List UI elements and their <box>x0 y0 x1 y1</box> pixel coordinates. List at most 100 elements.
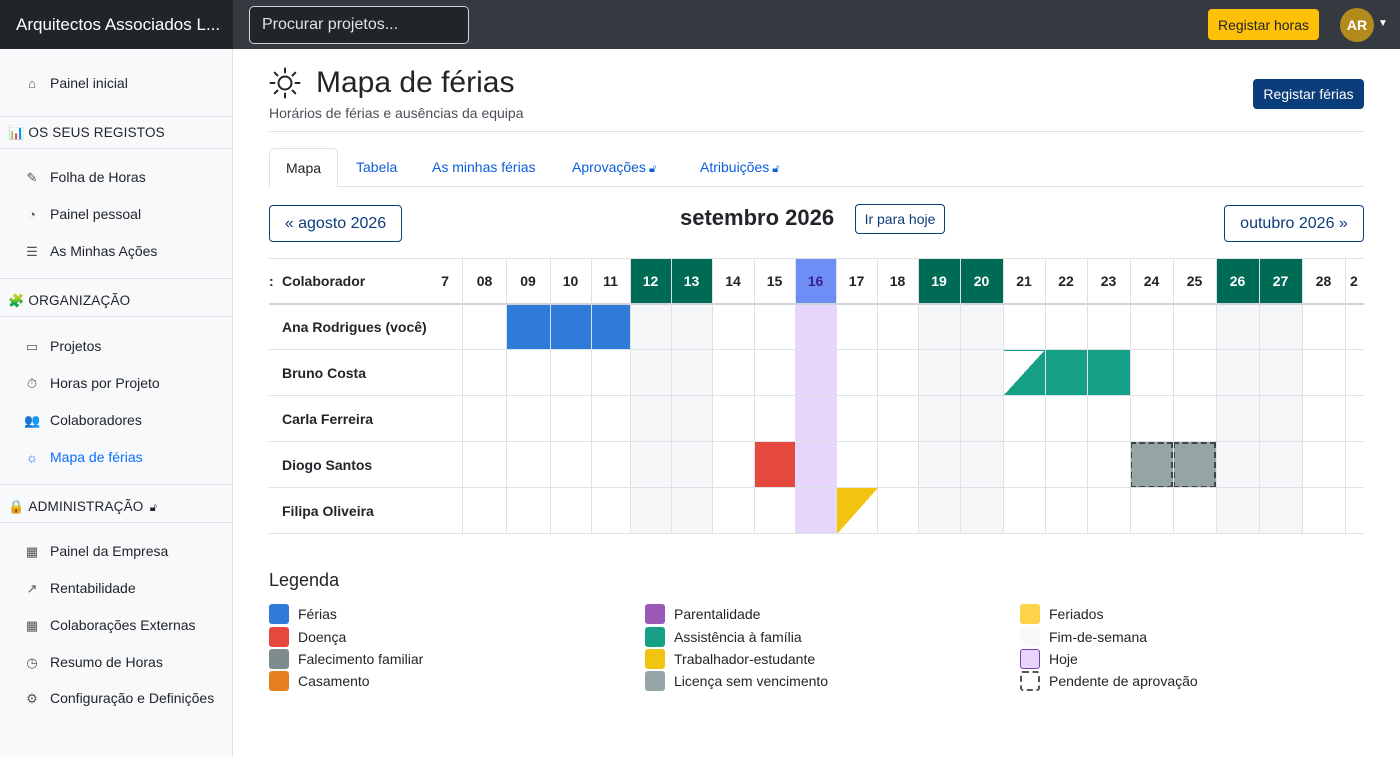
absence-cell-pending[interactable] <box>1173 442 1216 488</box>
collaborator-name: Filipa Oliveira <box>282 503 374 519</box>
legend-label: Casamento <box>298 673 370 689</box>
grid-line <box>877 258 878 534</box>
sidebar-item-company-panel[interactable]: ▦ Painel da Empresa <box>24 543 168 560</box>
day-header-partial: 2 <box>1350 273 1358 289</box>
sidebar-item-my-actions[interactable]: ☰ As Minhas Ações <box>24 243 157 260</box>
legend-label: Pendente de aprovação <box>1049 673 1198 689</box>
register-hours-button[interactable]: Registar horas <box>1208 9 1319 40</box>
collaborator-name: Ana Rodrigues (você) <box>282 319 427 335</box>
current-month: setembro 2026 <box>680 205 835 230</box>
tab-map[interactable]: Mapa <box>269 148 339 188</box>
grid-line <box>1045 258 1046 534</box>
sidebar-item-projects[interactable]: ▭ Projetos <box>24 338 102 355</box>
grid-line <box>269 303 1364 305</box>
divider <box>0 522 232 523</box>
lock-icon: 🔓︎ <box>146 502 158 514</box>
grid-line <box>671 258 672 534</box>
absence-cell[interactable] <box>1045 350 1087 396</box>
lock-icon: 🔒 <box>8 499 25 514</box>
stopwatch-icon: ⏱ <box>26 376 38 391</box>
sidebar-item-personal-panel[interactable]: ◔ Painel pessoal <box>24 206 141 222</box>
puzzle-icon: 🧩 <box>8 293 25 308</box>
sidebar-item-timesheet[interactable]: ✎ Folha de Horas <box>24 169 146 186</box>
sidebar-item-home[interactable]: ⌂ Painel inicial <box>24 75 128 91</box>
sidebar-item-collaborators[interactable]: 👥 Colaboradores <box>24 412 142 429</box>
collaborator-name: Carla Ferreira <box>282 411 374 427</box>
sidebar-item-label: Folha de Horas <box>50 169 146 185</box>
legend-label: Feriados <box>1049 606 1104 622</box>
search-input[interactable] <box>249 6 469 44</box>
day-header: 21 <box>1016 273 1032 289</box>
tab-table[interactable]: Tabela <box>340 148 413 187</box>
absence-cell[interactable] <box>754 442 795 488</box>
legend-label: Férias <box>298 606 337 622</box>
grid-line <box>462 258 463 534</box>
absence-cell-pending[interactable] <box>1130 442 1173 488</box>
grid-line <box>269 349 1364 350</box>
sidebar-item-profitability[interactable]: ↗ Rentabilidade <box>24 580 136 597</box>
day-header: 18 <box>889 273 906 289</box>
page-subtitle: Horários de férias e ausências da equipa <box>269 105 524 121</box>
section-label: ORGANIZAÇÃO <box>28 293 131 308</box>
brand-name[interactable]: Arquitectos Associados L... <box>0 0 233 49</box>
legend-label: Assistência à família <box>674 629 802 645</box>
grid-line <box>960 258 961 534</box>
tab-my-vacations[interactable]: As minhas férias <box>416 148 551 187</box>
register-vacation-button[interactable]: Registar férias <box>1253 79 1364 109</box>
legend-label: Hoje <box>1049 651 1078 667</box>
grid-line <box>269 395 1364 396</box>
graph-up-icon: ↗ <box>26 581 38 596</box>
collaborator-name: Bruno Costa <box>282 365 366 381</box>
legend-title: Legenda <box>269 570 340 590</box>
divider <box>0 148 232 149</box>
absence-cell[interactable] <box>1087 350 1130 396</box>
day-header: 11 <box>603 273 618 289</box>
legend-label: Doença <box>298 629 347 645</box>
grid-line <box>1173 258 1174 534</box>
go-today-button[interactable]: Ir para hoje <box>855 204 945 234</box>
legend-label: Fim-de-semana <box>1049 629 1148 645</box>
sidebar-item-vacation-map[interactable]: ☼ Mapa de férias <box>24 449 143 465</box>
grid-line <box>836 258 837 534</box>
absence-cell-half[interactable] <box>1003 350 1045 396</box>
legend-swatch <box>645 671 665 691</box>
people-icon: 👥 <box>24 413 41 428</box>
day-header: 27 <box>1259 258 1302 304</box>
legend-swatch <box>1020 627 1040 647</box>
legend-label: Licença sem vencimento <box>674 673 829 689</box>
list-icon: ☰ <box>26 244 38 259</box>
sidebar-item-label: Resumo de Horas <box>50 654 163 670</box>
tab-approvals[interactable]: Aprovações 🔓︎ <box>556 148 672 187</box>
sidebar-item-label: Painel da Empresa <box>50 543 169 559</box>
sidebar-item-external[interactable]: ▦ Colaborações Externas <box>24 617 196 634</box>
grid-line <box>1345 258 1346 534</box>
vacation-grid: 08 09 10 11 12 13 14 15 16 17 18 19 20 21 22 23 24 25 26 27… <box>269 258 1364 536</box>
grid-line <box>918 258 919 534</box>
prev-month-button[interactable]: « agosto 2026 <box>269 205 402 242</box>
absence-cell[interactable] <box>506 304 550 350</box>
grid-line <box>1259 258 1260 534</box>
absence-cell[interactable] <box>591 304 630 350</box>
next-month-button[interactable]: outubro 2026 » <box>1224 205 1364 242</box>
tab-assignments[interactable]: Atribuições 🔓︎ <box>684 148 795 187</box>
chevron-down-icon[interactable]: ▼ <box>1378 18 1388 29</box>
legend-label: Trabalhador-estudante <box>674 651 816 667</box>
weekend-column <box>918 304 960 534</box>
sidebar-item-hours-summary[interactable]: ◷ Resumo de Horas <box>24 654 163 671</box>
page-title: Mapa de férias <box>316 66 515 99</box>
folder-icon: ▭ <box>25 339 39 354</box>
sidebar-item-label: Rentabilidade <box>50 580 136 596</box>
sun-icon <box>269 67 301 99</box>
absence-cell[interactable] <box>550 304 591 350</box>
divider <box>0 316 232 317</box>
legend-swatch <box>1020 604 1040 624</box>
day-header: 10 <box>562 273 579 289</box>
legend-label: Parentalidade <box>674 606 761 622</box>
sidebar-item-settings[interactable]: ⚙ Configuração e Definições <box>24 688 224 709</box>
day-header-partial: 7 <box>441 273 449 289</box>
absence-cell-half[interactable] <box>836 488 877 534</box>
avatar[interactable]: AR <box>1340 8 1374 42</box>
day-header: 25 <box>1186 273 1203 289</box>
sidebar-item-hours-by-project[interactable]: ⏱ Horas por Projeto <box>24 375 160 392</box>
grid-line <box>506 258 507 534</box>
